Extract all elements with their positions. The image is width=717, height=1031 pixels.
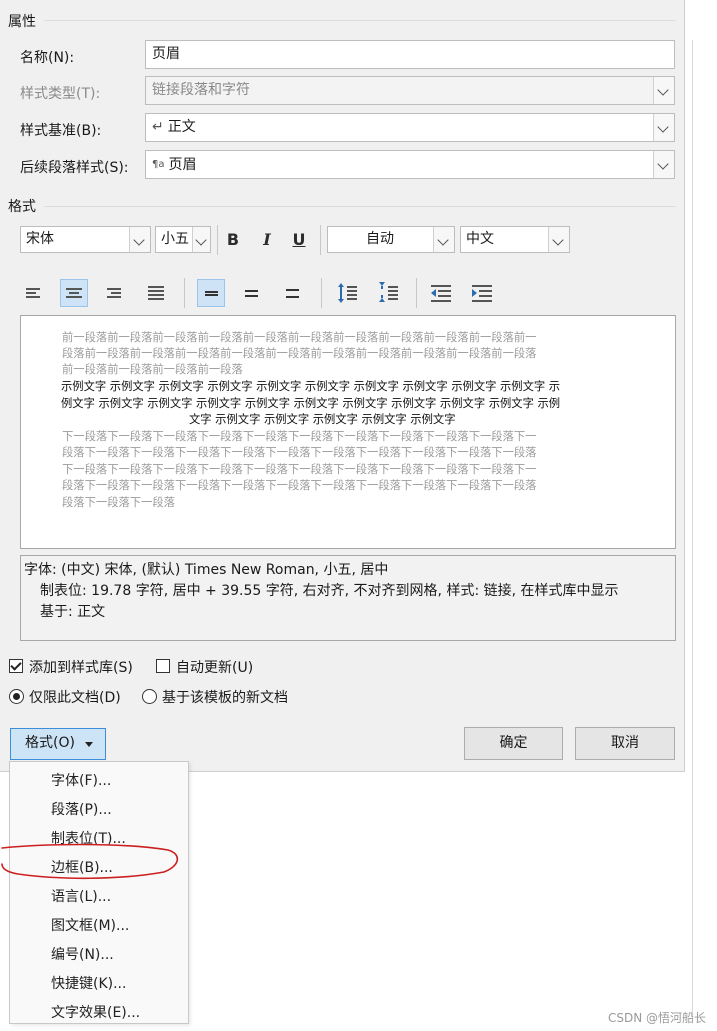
name-input-value: 页眉 bbox=[152, 46, 180, 62]
description-line: 基于: 正文 bbox=[40, 604, 106, 620]
next-paragraph-line: 段落下一段落下一段落下一段落下一段落下一段落下一段落下一段落下一段落下一段落下一… bbox=[62, 479, 537, 492]
menu-item-numbering[interactable]: 编号(N)... bbox=[51, 944, 114, 964]
add-to-gallery-label[interactable]: 添加到样式库(S) bbox=[29, 657, 133, 677]
sample-text-line: 示例文字 示例文字 示例文字 示例文字 示例文字 示例文字 示例文字 示例文字 … bbox=[61, 380, 561, 393]
font-select[interactable]: 宋体 bbox=[20, 226, 151, 253]
double-spacing-icon[interactable] bbox=[279, 279, 307, 307]
red-annotation-circle bbox=[1, 843, 179, 880]
one-half-spacing-icon[interactable] bbox=[238, 279, 266, 307]
style-type-label: 样式类型(T): bbox=[20, 86, 101, 102]
paragraph-mark-icon: ↵ bbox=[152, 119, 164, 135]
sample-text-line: 例文字 示例文字 示例文字 示例文字 示例文字 示例文字 示例文字 示例文字 示… bbox=[61, 397, 561, 410]
font-color-value: 自动 bbox=[366, 231, 394, 247]
font-color-select[interactable]: 自动 bbox=[327, 226, 455, 253]
menu-item-paragraph[interactable]: 段落(P)... bbox=[51, 799, 112, 819]
next-style-value: 页眉 bbox=[168, 157, 197, 173]
chevron-down-icon bbox=[552, 234, 564, 246]
style-based-value: 正文 bbox=[167, 119, 196, 135]
next-style-dropdown-button[interactable] bbox=[653, 151, 674, 178]
format-button[interactable]: 格式(O) bbox=[10, 728, 106, 760]
italic-button[interactable]: I bbox=[255, 227, 279, 253]
font-color-dropdown-button[interactable] bbox=[433, 227, 454, 252]
align-left-icon[interactable] bbox=[20, 279, 48, 307]
menu-item-font[interactable]: 字体(F)... bbox=[51, 770, 111, 790]
format-group-title: 格式 bbox=[8, 199, 36, 215]
script-value: 中文 bbox=[466, 231, 494, 247]
format-button-label: 格式(O) bbox=[25, 735, 75, 751]
document-margin bbox=[685, 0, 717, 1020]
chevron-down-icon bbox=[437, 234, 449, 246]
style-preview: 前一段落前一段落前一段落前一段落前一段落前一段落前一段落前一段落前一段落前一段落… bbox=[20, 315, 676, 549]
style-dialog: 属性 名称(N): 页眉 样式类型(T): 链接段落和字符 样式基准(B): ↵… bbox=[0, 0, 685, 772]
auto-update-checkbox[interactable] bbox=[156, 659, 170, 673]
align-center-icon[interactable] bbox=[60, 279, 88, 307]
sample-text-line: 文字 示例文字 示例文字 示例文字 示例文字 示例文字 bbox=[189, 413, 456, 426]
style-based-label: 样式基准(B): bbox=[20, 123, 102, 139]
new-documents-label[interactable]: 基于该模板的新文档 bbox=[162, 687, 288, 707]
next-style-label: 后续段落样式(S): bbox=[20, 160, 129, 176]
format-divider bbox=[44, 206, 676, 207]
watermark: CSDN @悟河船长 bbox=[608, 1011, 707, 1025]
font-value: 宋体 bbox=[26, 231, 54, 247]
decrease-indent-icon[interactable] bbox=[427, 279, 455, 307]
increase-indent-icon[interactable] bbox=[468, 279, 496, 307]
font-size-dropdown-button[interactable] bbox=[192, 227, 210, 252]
menu-item-frame[interactable]: 图文框(M)... bbox=[51, 915, 129, 935]
toolbar-separator bbox=[217, 225, 218, 255]
menu-item-shortcut[interactable]: 快捷键(K)... bbox=[51, 973, 126, 993]
underline-button[interactable]: U bbox=[287, 227, 311, 253]
font-size-select[interactable]: 小五 bbox=[155, 226, 211, 253]
only-this-document-radio[interactable] bbox=[9, 689, 24, 704]
chevron-down-icon bbox=[195, 234, 207, 246]
name-label: 名称(N): bbox=[20, 50, 75, 66]
bold-button[interactable]: B bbox=[221, 227, 245, 253]
script-select[interactable]: 中文 bbox=[460, 226, 570, 253]
increase-spacing-icon[interactable] bbox=[333, 279, 361, 307]
chevron-down-icon bbox=[657, 121, 669, 133]
menu-item-text-effects[interactable]: 文字效果(E)... bbox=[51, 1002, 140, 1022]
toolbar-separator bbox=[416, 278, 417, 308]
chevron-down-icon bbox=[657, 84, 669, 96]
next-paragraph-line: 段落下一段落下一段落 bbox=[62, 496, 175, 509]
description-line: 字体: (中文) 宋体, (默认) Times New Roman, 小五, 居… bbox=[24, 562, 389, 578]
previous-paragraph-line: 前一段落前一段落前一段落前一段落前一段落前一段落前一段落前一段落前一段落前一段落… bbox=[62, 331, 537, 344]
single-spacing-icon[interactable] bbox=[197, 279, 225, 307]
style-type-select: 链接段落和字符 bbox=[145, 76, 675, 105]
font-dropdown-button[interactable] bbox=[129, 227, 150, 252]
previous-paragraph-line: 段落前一段落前一段落前一段落前一段落前一段落前一段落前一段落前一段落前一段落前一… bbox=[62, 347, 537, 360]
add-to-gallery-checkbox[interactable] bbox=[9, 659, 23, 673]
style-based-select[interactable]: ↵ 正文 bbox=[145, 113, 675, 142]
toolbar-separator bbox=[184, 278, 185, 308]
properties-group-title: 属性 bbox=[8, 14, 36, 30]
name-input[interactable]: 页眉 bbox=[145, 40, 675, 69]
chevron-down-icon bbox=[133, 234, 145, 246]
decrease-spacing-icon[interactable] bbox=[374, 279, 402, 307]
chevron-down-icon bbox=[657, 158, 669, 170]
toolbar-separator bbox=[321, 278, 322, 308]
style-type-value: 链接段落和字符 bbox=[152, 82, 250, 98]
script-dropdown-button[interactable] bbox=[548, 227, 569, 252]
style-based-dropdown-button[interactable] bbox=[653, 114, 674, 141]
style-type-dropdown-button bbox=[653, 77, 674, 104]
justify-icon[interactable] bbox=[142, 279, 170, 307]
next-paragraph-line: 下一段落下一段落下一段落下一段落下一段落下一段落下一段落下一段落下一段落下一段落… bbox=[62, 430, 537, 443]
ok-button[interactable]: 确定 bbox=[464, 727, 563, 760]
style-description: 字体: (中文) 宋体, (默认) Times New Roman, 小五, 居… bbox=[20, 555, 676, 641]
toolbar-separator bbox=[320, 225, 321, 255]
next-paragraph-line: 段落下一段落下一段落下一段落下一段落下一段落下一段落下一段落下一段落下一段落下一… bbox=[62, 446, 537, 459]
new-documents-radio[interactable] bbox=[142, 689, 157, 704]
linked-style-icon: ¶a bbox=[152, 159, 165, 170]
next-style-select[interactable]: ¶a 页眉 bbox=[145, 150, 675, 179]
caret-down-icon bbox=[85, 742, 93, 747]
description-line: 制表位: 19.78 字符, 居中 + 39.55 字符, 右对齐, 不对齐到网… bbox=[40, 583, 619, 599]
cancel-button[interactable]: 取消 bbox=[575, 727, 675, 760]
align-right-icon[interactable] bbox=[101, 279, 129, 307]
previous-paragraph-line: 前一段落前一段落前一段落前一段落 bbox=[62, 363, 243, 376]
only-this-document-label[interactable]: 仅限此文档(D) bbox=[29, 687, 121, 707]
auto-update-label[interactable]: 自动更新(U) bbox=[176, 657, 253, 677]
next-paragraph-line: 下一段落下一段落下一段落下一段落下一段落下一段落下一段落下一段落下一段落下一段落… bbox=[62, 463, 537, 476]
format-dropdown-menu: 字体(F)... 段落(P)... 制表位(T)... 边框(B)... 语言(… bbox=[9, 761, 189, 1024]
font-size-value: 小五 bbox=[161, 231, 189, 247]
properties-divider bbox=[44, 20, 676, 21]
